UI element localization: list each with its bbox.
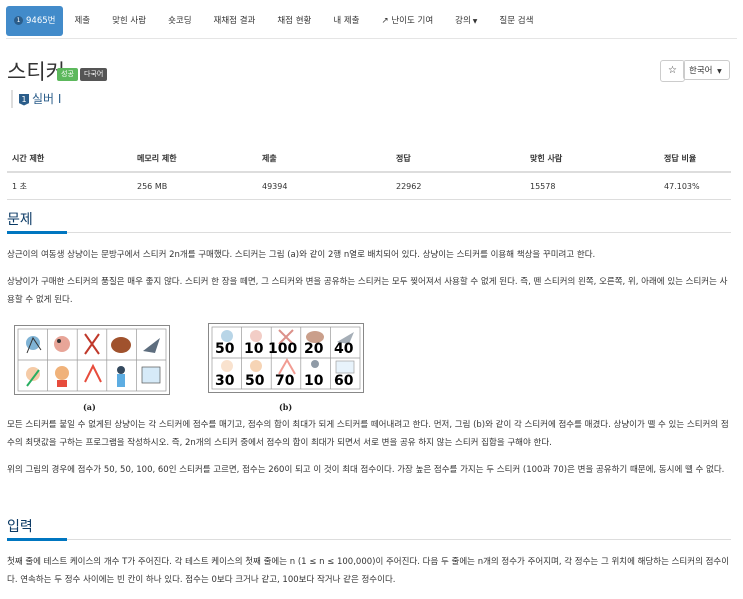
header-time-limit: 시간 제한 [7, 145, 132, 173]
language-dropdown[interactable]: 한국어 ▼ [683, 60, 730, 80]
tier-mini-icon: 1 [14, 16, 23, 25]
sticker-score: 50 [245, 373, 265, 389]
sticker-score: 100 [268, 341, 298, 357]
sticker-score: 70 [275, 373, 295, 389]
tier-icon: 1 [19, 93, 29, 106]
nav-divider [6, 38, 737, 39]
problem-paragraph-2: 상냥이가 구매한 스티커의 품질은 매우 좋지 않다. 스티커 한 장을 떼면,… [7, 277, 728, 305]
external-link-icon: ↗ [381, 16, 389, 26]
heading-accent [7, 538, 67, 541]
tab-short-coding[interactable]: 숏코딩 [157, 6, 202, 36]
language-label: 한국어 [689, 66, 713, 76]
header-memory-limit: 메모리 제한 [132, 145, 257, 173]
input-heading-rule [7, 538, 731, 541]
sticker-score: 60 [334, 373, 354, 389]
problem-paragraph-1: 상근이의 여동생 상냥이는 문방구에서 스티커 2n개를 구매했다. 스티커는 … [7, 250, 596, 260]
tab-my-submissions[interactable]: 내 제출 [322, 6, 370, 36]
header-solved-users: 맞힌 사람 [525, 145, 659, 173]
heading-accent [7, 231, 67, 234]
header-accepted: 정답 [391, 145, 525, 173]
submissions-value: 49394 [257, 172, 391, 200]
tab-submit[interactable]: 제출 [63, 6, 101, 36]
tab-solved-users[interactable]: 맞힌 사람 [101, 6, 157, 36]
input-paragraph-1: 첫째 줄에 테스트 케이스의 개수 T가 주어진다. 각 테스트 케이스의 첫째… [7, 557, 730, 585]
figure-b-image: 50 10 100 20 40 30 50 70 10 60 [208, 323, 364, 393]
header-ratio: 정답 비율 [659, 145, 731, 173]
tab-lectures[interactable]: 강의 ▼ [444, 6, 488, 36]
sticker-score: 30 [215, 373, 235, 389]
input-heading: 입력 [7, 519, 33, 535]
solved-users-value: 15578 [525, 172, 659, 200]
problem-nav: 1 9465번 제출 맞힌 사람 숏코딩 재채점 결과 채점 현황 내 제출 ↗ … [6, 6, 737, 36]
multilang-label: 다국어 [80, 68, 108, 81]
sticker-score: 10 [244, 341, 264, 357]
tab-label: 강의 [455, 16, 471, 26]
accepted-value: 22962 [391, 172, 525, 200]
header-submissions: 제출 [257, 145, 391, 173]
sticker-grid-a [17, 328, 167, 392]
caret-down-icon: ▼ [472, 18, 478, 25]
tab-label: 9465번 [26, 16, 56, 26]
tab-problem[interactable]: 1 9465번 [6, 6, 64, 36]
figure-a-caption: (a) [83, 402, 96, 412]
tab-label: 난이도 기여 [391, 16, 434, 26]
tier-label: 실버 I [32, 92, 62, 106]
star-button[interactable]: ☆ [660, 60, 685, 82]
figure-b-caption: (b) [279, 402, 293, 412]
ratio-value: 47.103% [659, 172, 731, 200]
sticker-score: 40 [334, 341, 354, 357]
problem-heading: 문제 [7, 212, 33, 228]
success-label: 성공 [57, 68, 78, 81]
problem-paragraph-4: 위의 그림의 경우에 점수가 50, 50, 100, 60인 스티커를 고르면… [7, 465, 725, 475]
figure-a-image [14, 325, 170, 395]
time-limit-value: 1 초 [7, 172, 132, 200]
tab-difficulty[interactable]: ↗ 난이도 기여 [371, 6, 445, 36]
tab-question-search[interactable]: 질문 검색 [488, 6, 544, 36]
sticker-score: 20 [304, 341, 324, 357]
tab-status[interactable]: 채점 현황 [266, 6, 322, 36]
problem-paragraph-3: 모든 스티커를 붙일 수 없게된 상냥이는 각 스티커에 점수를 매기고, 점수… [7, 420, 729, 448]
sticker-score: 50 [215, 341, 235, 357]
tab-rejudge[interactable]: 재채점 결과 [203, 6, 267, 36]
memory-limit-value: 256 MB [132, 172, 257, 200]
table-header-row: 시간 제한 메모리 제한 제출 정답 맞힌 사람 정답 비율 [7, 145, 731, 173]
caret-down-icon: ▼ [717, 68, 722, 75]
problem-info-table: 시간 제한 메모리 제한 제출 정답 맞힌 사람 정답 비율 1 초 256 M… [7, 145, 731, 200]
table-row: 1 초 256 MB 49394 22962 15578 47.103% [7, 172, 731, 200]
sticker-score: 10 [304, 373, 324, 389]
tier-badge: 1 실버 I [11, 90, 61, 108]
problem-heading-rule [7, 231, 731, 234]
